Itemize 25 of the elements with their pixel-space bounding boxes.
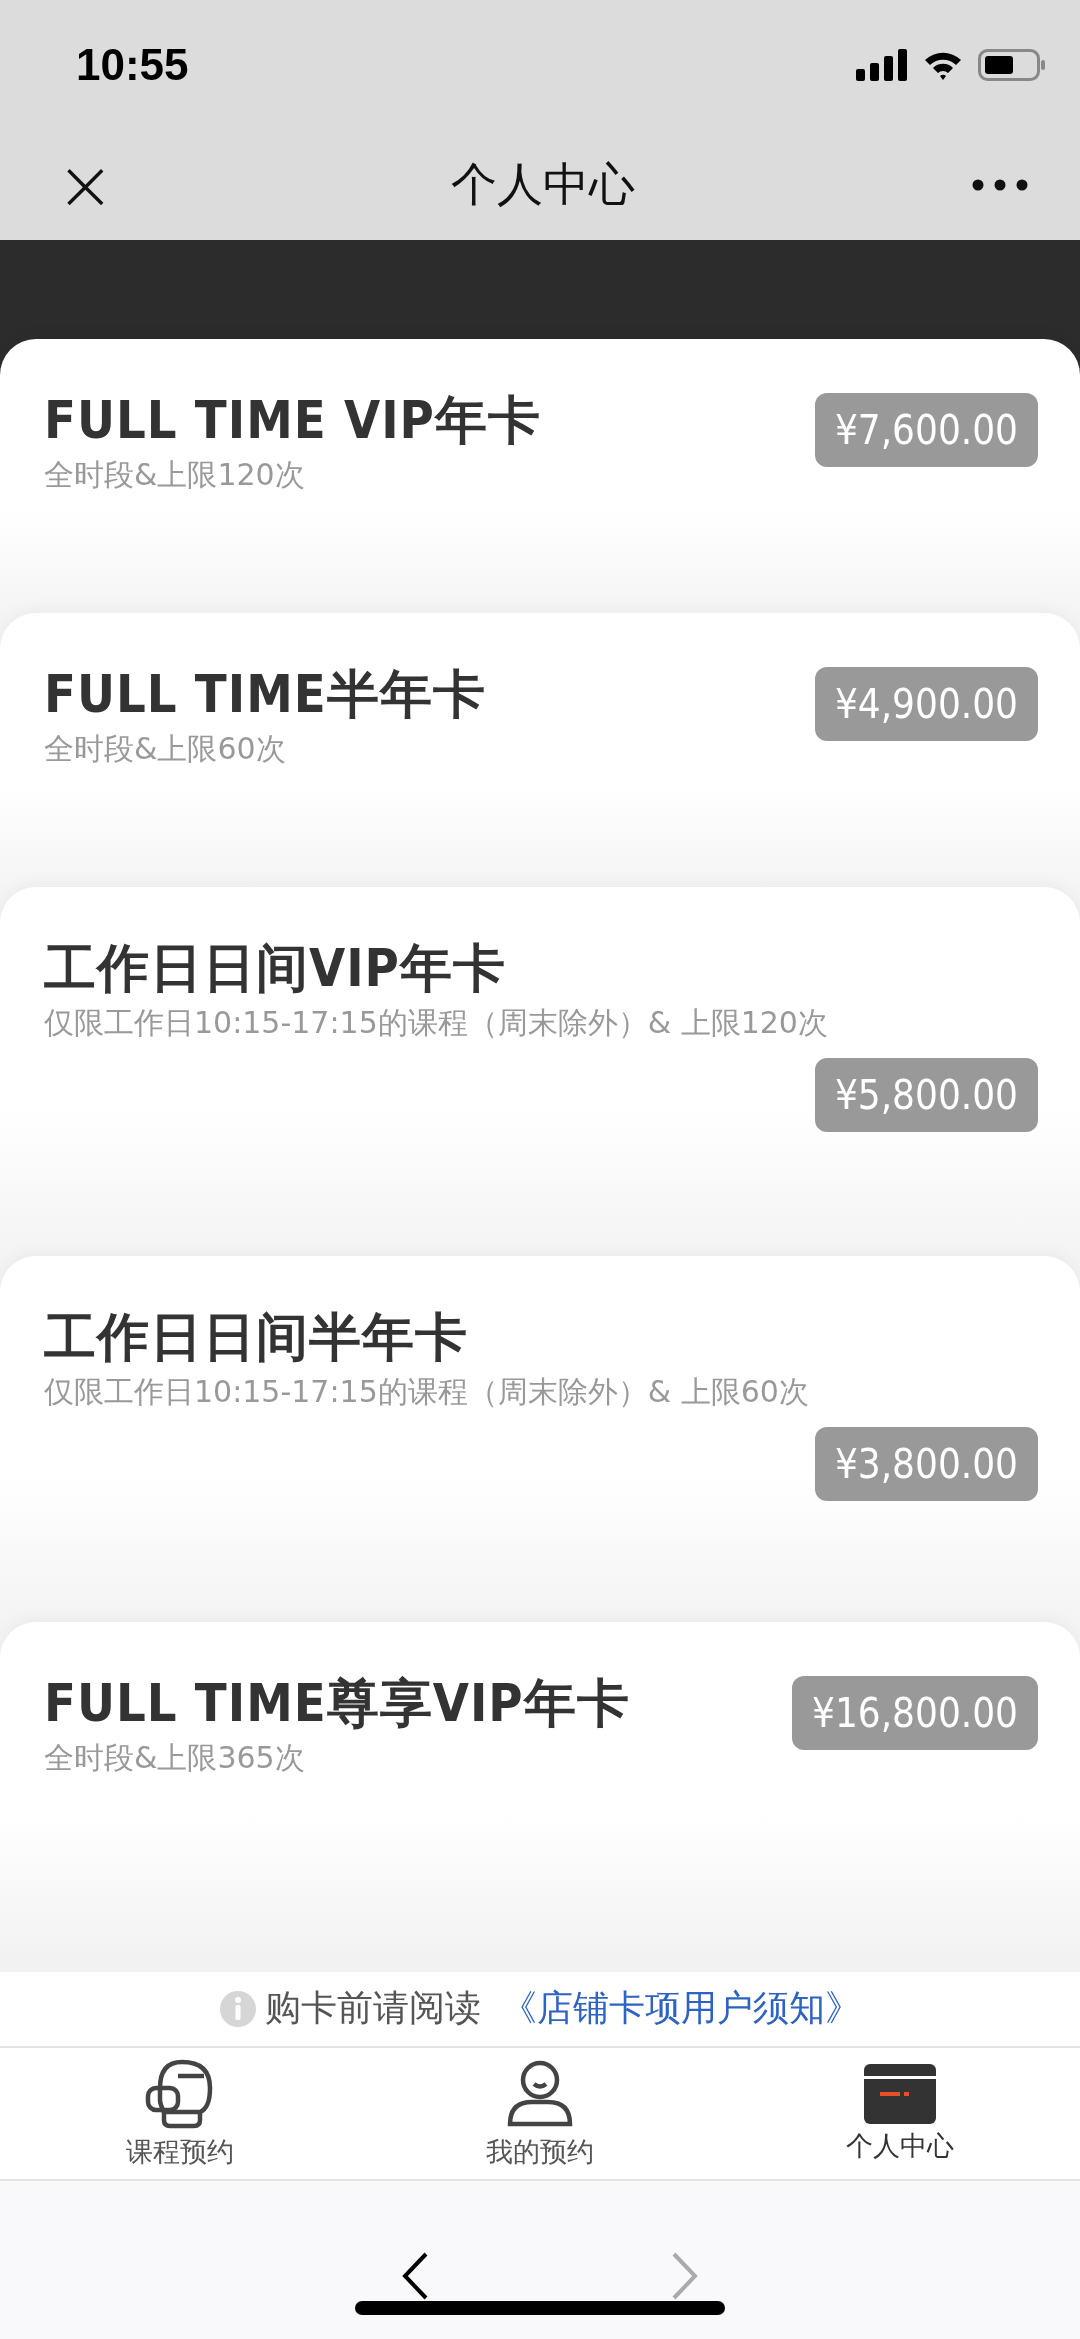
card-icon xyxy=(864,2063,936,2124)
battery-icon xyxy=(978,49,1046,81)
tab-item[interactable]: 我的预约 xyxy=(360,2048,720,2179)
card-description: 仅限工作日10:15-17:15的课程（周末除外）& 上限120次 xyxy=(44,1003,829,1042)
card-description: 全时段&上限120次 xyxy=(44,455,306,494)
info-icon xyxy=(219,1989,257,2028)
card-description: 全时段&上限60次 xyxy=(44,729,287,768)
tab-item[interactable]: 个人中心 xyxy=(720,2048,1080,2179)
card-name: FULL TIME半年卡 xyxy=(44,662,486,725)
card-description: 仅限工作日10:15-17:15的课程（周末除外）& 上限60次 xyxy=(44,1372,810,1411)
card-name: FULL TIME尊享VIP年卡 xyxy=(44,1671,630,1734)
notice-text: 购卡前请阅读 xyxy=(265,1986,481,2031)
card-name: 工作日日间VIP年卡 xyxy=(44,936,507,999)
card-description: 全时段&上限365次 xyxy=(44,1738,306,1777)
page-title: 个人中心 xyxy=(451,155,636,213)
signal-icon xyxy=(856,49,908,81)
membership-card[interactable]: FULL TIME尊享VIP年卡 全时段&上限365次 ¥16,800.00 xyxy=(0,1621,1080,1972)
tab-item[interactable]: 课程预约 xyxy=(0,2048,360,2179)
card-name: FULL TIME VIP年卡 xyxy=(44,388,541,451)
close-button[interactable]: × xyxy=(56,149,115,220)
back-button[interactable] xyxy=(400,2251,430,2301)
card-name: 工作日日间半年卡 xyxy=(44,1305,469,1368)
terms-link[interactable]: 《店铺卡项用户须知》 xyxy=(501,1984,861,2034)
status-time: 10:55 xyxy=(76,40,189,90)
more-icon[interactable] xyxy=(972,178,1028,191)
